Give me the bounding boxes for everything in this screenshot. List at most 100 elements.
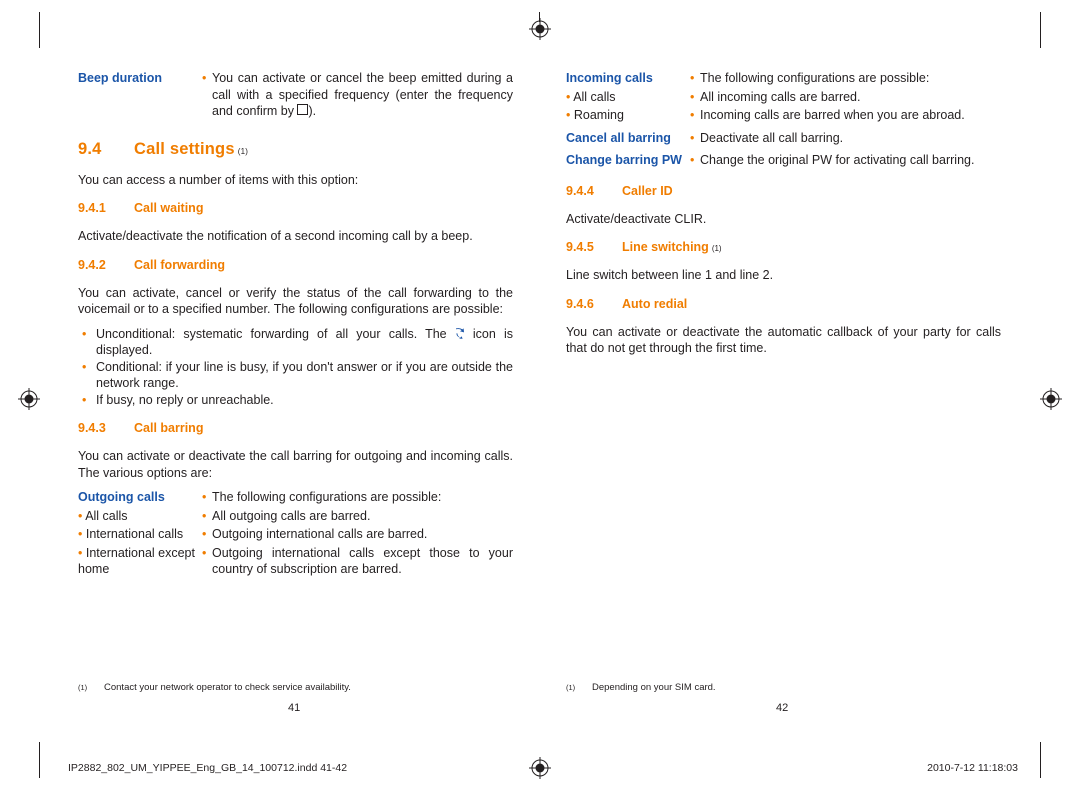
table-row: • International calls • Outgoing interna… (78, 526, 513, 545)
caller-id-body: Activate/deactivate CLIR. (566, 211, 707, 226)
list-item: • Unconditional: systematic forwarding of… (78, 326, 513, 359)
footnote-mark: (1) (566, 683, 576, 692)
call-forwarding-body: You can activate, cancel or verify the s… (78, 285, 513, 317)
list-item: • Conditional: if your line is busy, if y… (78, 359, 513, 392)
crop-mark-br-v (1040, 742, 1041, 778)
outgoing-calls-options-table: Outgoing calls • The following configura… (78, 489, 513, 580)
page-number-right: 42 (776, 702, 789, 714)
table-row: Cancel all barring • Deactivate all call… (566, 126, 1001, 149)
option-term: Incoming calls (566, 71, 653, 85)
auto-redial-body: You can activate or deactivate the autom… (566, 324, 1001, 356)
option-term: • All calls (566, 89, 616, 104)
bullet-icon: • (202, 71, 207, 85)
document-page: Beep duration • You can activate or canc… (0, 0, 1080, 798)
option-term-label: Roaming (573, 108, 624, 122)
option-term-label: International except home (78, 545, 195, 577)
crop-mark-tl-v2 (1040, 12, 1041, 48)
footnote-right: (1) Depending on your SIM card. (566, 681, 1006, 694)
option-term: • Roaming (566, 108, 624, 122)
bullet-icon: • (690, 130, 695, 145)
option-desc: Outgoing international calls are barred. (212, 527, 428, 541)
bullet-icon: • (690, 153, 695, 167)
line-switching-body: Line switch between line 1 and line 2. (566, 268, 774, 282)
table-row: • All calls • All incoming calls are bar… (566, 89, 1001, 108)
registration-mark-bottom (529, 757, 551, 779)
bullet-icon: • (82, 359, 87, 374)
crop-mark-tl-v (39, 12, 40, 48)
right-page-column: Incoming calls • The following configura… (566, 70, 1001, 357)
left-page-column: Beep duration • You can activate or canc… (78, 70, 513, 580)
bullet-text-before: Unconditional: systematic forwarding of … (96, 326, 455, 341)
call-barring-body: You can activate or deactivate the call … (78, 449, 513, 480)
option-term: • All calls (78, 508, 128, 523)
beep-duration-term: Beep duration (78, 71, 163, 85)
bullet-icon: • (82, 326, 87, 341)
incoming-calls-options-table: Incoming calls • The following configura… (566, 70, 1001, 171)
list-item: • If busy, no reply or unreachable. (78, 392, 513, 409)
subsection-title: Call barring (134, 421, 204, 435)
table-row: • Roaming • Incoming calls are barred wh… (566, 107, 1001, 126)
subsection-heading-call-forwarding: 9.4.2 Call forwarding (78, 258, 513, 272)
table-row: • International except home • Outgoing i… (78, 545, 513, 580)
table-row: • All calls • All outgoing calls are bar… (78, 508, 513, 527)
option-desc: Change the original PW for activating ca… (700, 153, 975, 167)
option-term: Cancel all barring (566, 130, 671, 145)
option-desc: Outgoing international calls except thos… (212, 545, 513, 577)
subsection-title: Line switching (622, 240, 709, 254)
bullet-text: Conditional: if your line is busy, if yo… (96, 359, 513, 391)
option-desc: The following configurations are possibl… (212, 490, 442, 504)
registration-mark-right (1040, 388, 1062, 410)
option-term-label: International calls (85, 527, 184, 541)
option-term-label: All calls (85, 508, 128, 523)
subsection-title: Caller ID (622, 183, 673, 198)
footnote-text: Contact your network operator to check s… (104, 682, 351, 693)
table-row: Incoming calls • The following configura… (566, 70, 1001, 89)
table-row: Change barring PW • Change the original … (566, 148, 1001, 171)
subsection-number: 9.4.2 (78, 257, 106, 272)
subsection-number: 9.4.6 (566, 296, 594, 311)
subsection-number: 9.4.3 (78, 421, 106, 435)
subsection-title: Auto redial (622, 296, 688, 311)
option-term: Outgoing calls (78, 490, 165, 504)
bullet-icon: • (202, 508, 207, 523)
option-desc: The following configurations are possibl… (700, 71, 930, 85)
bullet-icon: • (82, 392, 87, 407)
subsection-heading-call-barring: 9.4.3 Call barring (78, 421, 513, 435)
subsection-title: Call forwarding (134, 257, 225, 272)
confirm-key-icon (297, 104, 309, 115)
call-waiting-body: Activate/deactivate the notification of … (78, 229, 473, 243)
option-term: • International except home (78, 545, 195, 577)
bullet-icon: • (202, 545, 207, 560)
table-row: Outgoing calls • The following configura… (78, 489, 513, 508)
call-settings-intro: You can access a number of items with th… (78, 172, 359, 187)
bullet-text: If busy, no reply or unreachable. (96, 392, 274, 407)
bullet-icon: • (202, 490, 207, 504)
option-desc: Incoming calls are barred when you are a… (700, 108, 965, 122)
beep-duration-entry: Beep duration • You can activate or canc… (78, 70, 513, 122)
subsection-heading-auto-redial: 9.4.6 Auto redial (566, 297, 1001, 311)
section-footnote-mark: (1) (237, 146, 249, 156)
call-forward-icon (455, 327, 465, 339)
option-desc: All incoming calls are barred. (700, 89, 861, 104)
option-term: • International calls (78, 527, 184, 541)
print-slug-timestamp: 2010-7-12 11:18:03 (927, 762, 1018, 774)
option-desc: Deactivate all call barring. (700, 130, 844, 145)
footnote-mark: (1) (78, 683, 88, 692)
option-term-label: All calls (573, 89, 616, 104)
beep-duration-text-before: You can activate or cancel the beep emit… (212, 71, 513, 118)
print-slug-filename: IP2882_802_UM_YIPPEE_Eng_GB_14_100712.in… (68, 762, 348, 774)
bullet-icon: • (690, 108, 695, 122)
subsection-heading-line-switching: 9.4.5 Line switching (1) (566, 240, 1001, 254)
subsection-heading-call-waiting: 9.4.1 Call waiting (78, 201, 513, 215)
subsection-title: Call waiting (134, 201, 204, 215)
subsection-number: 9.4.5 (566, 240, 594, 254)
bullet-icon: • (690, 89, 695, 104)
call-forwarding-options-list: • Unconditional: systematic forwarding of… (78, 326, 513, 409)
option-desc: All outgoing calls are barred. (212, 508, 371, 523)
registration-mark-top (529, 18, 551, 40)
subsection-heading-caller-id: 9.4.4 Caller ID (566, 184, 1001, 198)
footnote-left: (1) Contact your network operator to che… (78, 681, 518, 694)
section-title: Call settings (134, 139, 235, 158)
footnote-text: Depending on your SIM card. (592, 682, 716, 693)
option-term: Change barring PW (566, 153, 682, 167)
